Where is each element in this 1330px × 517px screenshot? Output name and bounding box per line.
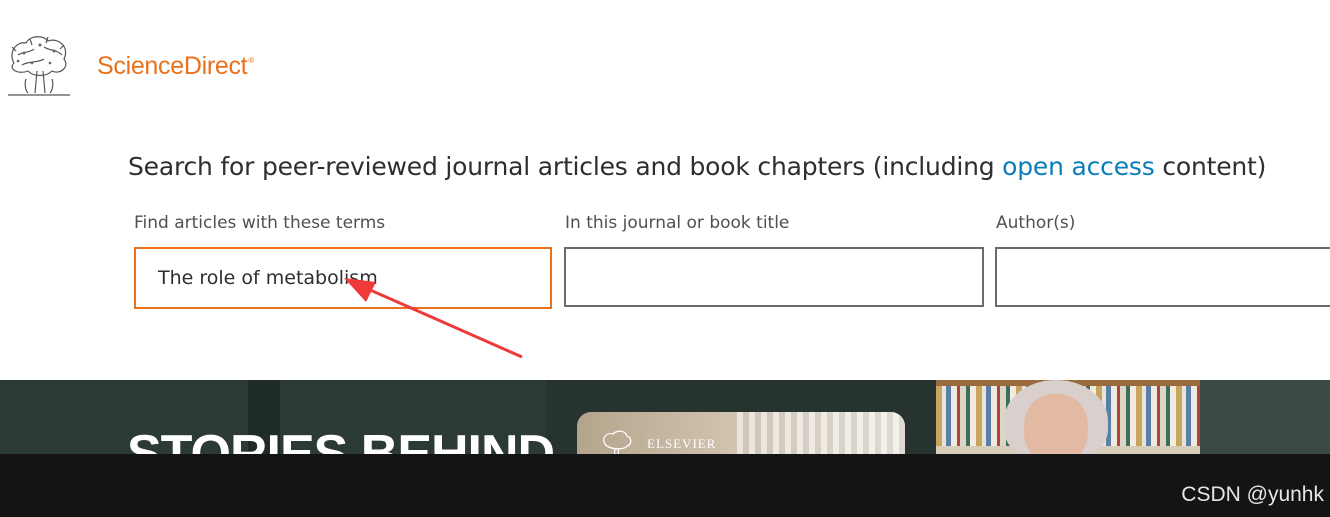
- banner-video-card[interactable]: ELSEVIER: [577, 412, 905, 454]
- headline-prefix: Search for peer-reviewed journal article…: [128, 152, 995, 181]
- sciencedirect-logo-text[interactable]: ScienceDirect®: [97, 52, 254, 81]
- elsevier-tree-logo-icon: [603, 430, 632, 454]
- registered-mark: ®: [248, 56, 254, 65]
- banner-title: STORIES BEHIND: [127, 425, 555, 454]
- speaker-photo[interactable]: [936, 380, 1200, 454]
- terms-label: Find articles with these terms: [134, 213, 386, 233]
- speaker-face: [1024, 394, 1088, 454]
- headline-suffix: content): [1162, 152, 1267, 181]
- banner-strip: [1200, 380, 1330, 454]
- promo-banner[interactable]: STORIES BEHIND ELSEVIER: [0, 380, 1330, 454]
- csdn-watermark: CSDN @yunhk: [1181, 483, 1324, 506]
- red-arrow-icon: [344, 278, 523, 359]
- elsevier-tree-logo-icon[interactable]: [4, 33, 74, 97]
- journal-title-input[interactable]: [564, 247, 984, 307]
- open-access-link[interactable]: open access: [1002, 152, 1155, 181]
- author-label: Author(s): [996, 213, 1076, 233]
- search-headline: Search for peer-reviewed journal article…: [128, 152, 1266, 181]
- window-blinds: [737, 412, 905, 454]
- card-publisher-text: ELSEVIER: [647, 436, 717, 451]
- journal-label: In this journal or book title: [565, 213, 790, 233]
- footer-bar: CSDN @yunhk: [0, 454, 1330, 517]
- brand-name: ScienceDirect: [97, 52, 248, 80]
- author-input[interactable]: [995, 247, 1330, 307]
